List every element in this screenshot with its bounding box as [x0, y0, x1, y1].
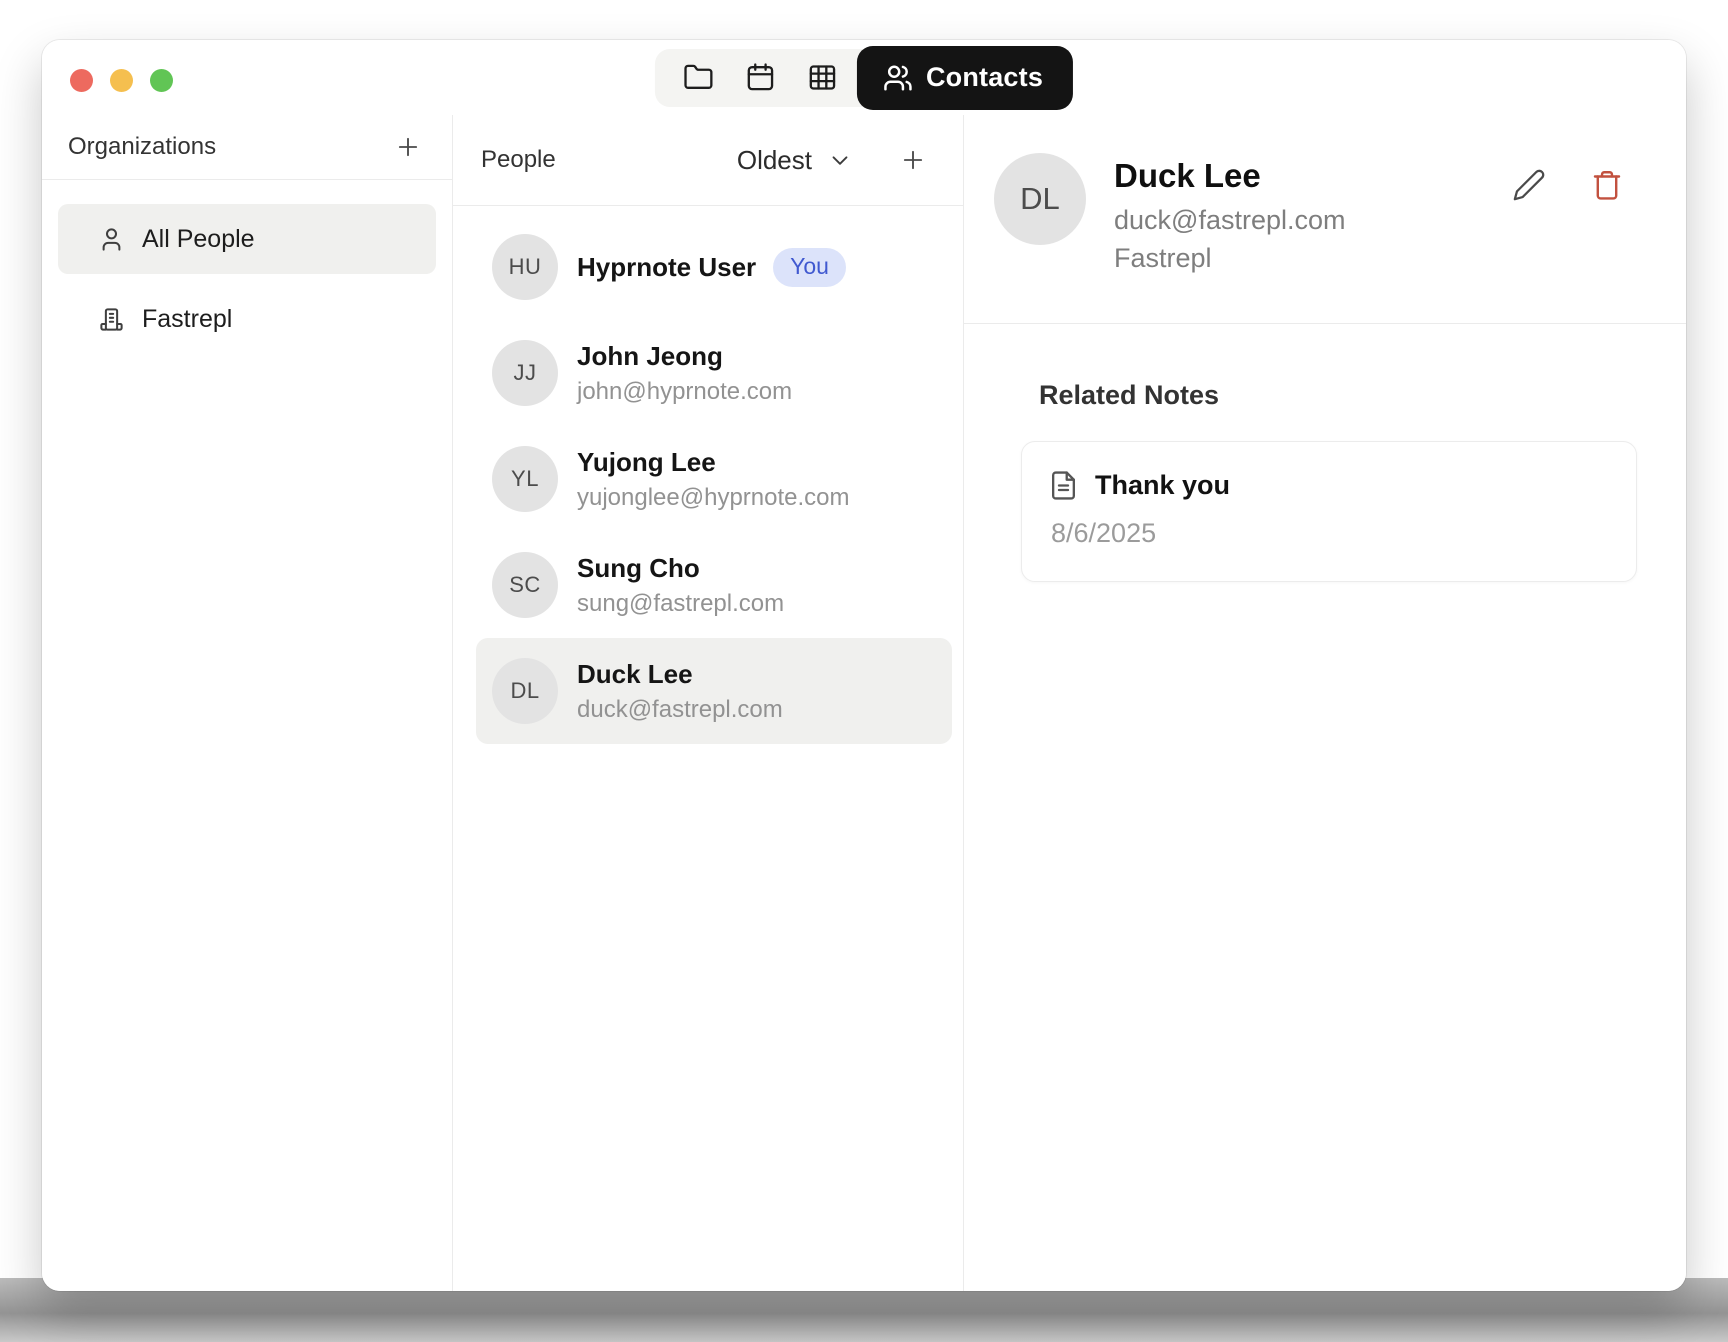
person-text: Sung Cho sung@fastrepl.com [577, 553, 784, 618]
contact-email: duck@fastrepl.com [1114, 205, 1346, 236]
people-header: People Oldest [453, 115, 963, 206]
contact-detail-body: Related Notes Thank you 8/6/2025 [964, 324, 1686, 582]
titlebar: Contacts [42, 40, 1686, 116]
note-title-row: Thank you [1048, 470, 1608, 501]
sort-dropdown-value: Oldest [737, 145, 812, 176]
organizations-header: Organizations [42, 115, 452, 180]
plus-icon [394, 133, 422, 161]
zoom-window-button[interactable] [150, 69, 173, 92]
avatar: SC [492, 552, 558, 618]
sidebar-item-label: Fastrepl [142, 305, 232, 334]
contact-actions [1512, 168, 1624, 202]
contact-avatar: DL [994, 153, 1086, 245]
person-name: Sung Cho [577, 553, 784, 584]
contact-detail-panel: DL Duck Lee duck@fastrepl.com Fastrepl [964, 115, 1686, 1291]
calendar-icon [744, 62, 775, 93]
person-name: Yujong Lee [577, 447, 850, 478]
you-badge: You [773, 248, 846, 287]
organizations-list: All People Fastrepl [42, 180, 452, 354]
note-date: 8/6/2025 [1051, 518, 1608, 549]
add-organization-button[interactable] [394, 133, 422, 161]
delete-contact-button[interactable] [1590, 168, 1624, 202]
folder-icon [682, 62, 713, 93]
view-switcher: Contacts [655, 40, 1073, 115]
trash-icon [1590, 168, 1624, 202]
calendar-tab[interactable] [729, 49, 791, 107]
sidebar-item-label: All People [142, 225, 255, 254]
traffic-lights [70, 69, 173, 92]
person-row-yujong-lee[interactable]: YL Yujong Lee yujonglee@hyprnote.com [476, 426, 952, 532]
person-email: duck@fastrepl.com [577, 696, 783, 724]
table-tab[interactable] [791, 49, 853, 107]
avatar: YL [492, 446, 558, 512]
app-window: Contacts Organizations All People [42, 40, 1686, 1291]
avatar: JJ [492, 340, 558, 406]
table-icon [806, 62, 837, 93]
building-icon [98, 306, 125, 333]
user-icon [98, 226, 125, 253]
person-row-sung-cho[interactable]: SC Sung Cho sung@fastrepl.com [476, 532, 952, 638]
related-note-card[interactable]: Thank you 8/6/2025 [1021, 441, 1637, 582]
contact-detail-header: DL Duck Lee duck@fastrepl.com Fastrepl [964, 115, 1686, 324]
contact-organization: Fastrepl [1114, 243, 1346, 274]
person-nameline: Hyprnote User You [577, 248, 846, 287]
sidebar-item-fastrepl[interactable]: Fastrepl [58, 284, 436, 354]
person-name: Duck Lee [577, 659, 783, 690]
contacts-tab-label: Contacts [926, 62, 1043, 93]
sidebar-item-all-people[interactable]: All People [58, 204, 436, 274]
person-email: sung@fastrepl.com [577, 590, 784, 618]
organizations-sidebar: Organizations All People Fastrepl [42, 115, 453, 1291]
sort-dropdown[interactable]: Oldest [737, 145, 853, 176]
person-row-john-jeong[interactable]: JJ John Jeong john@hyprnote.com [476, 320, 952, 426]
plus-icon [899, 146, 927, 174]
file-text-icon [1048, 470, 1079, 501]
related-notes-title: Related Notes [1039, 380, 1636, 411]
minimize-window-button[interactable] [110, 69, 133, 92]
edit-contact-button[interactable] [1512, 168, 1546, 202]
person-email: yujonglee@hyprnote.com [577, 484, 850, 512]
notes-tab[interactable] [667, 49, 729, 107]
person-name: Hyprnote User [577, 252, 756, 283]
close-window-button[interactable] [70, 69, 93, 92]
add-person-button[interactable] [899, 146, 927, 174]
pencil-icon [1512, 168, 1546, 202]
users-icon [883, 63, 913, 93]
organizations-title: Organizations [68, 133, 216, 161]
people-title: People [481, 146, 556, 174]
contact-name: Duck Lee [1114, 157, 1346, 195]
avatar: DL [492, 658, 558, 724]
person-email: john@hyprnote.com [577, 378, 792, 406]
person-text: Yujong Lee yujonglee@hyprnote.com [577, 447, 850, 512]
note-title: Thank you [1095, 470, 1230, 501]
contact-info: Duck Lee duck@fastrepl.com Fastrepl [1114, 157, 1346, 274]
view-switcher-group: Contacts [655, 49, 1073, 107]
chevron-down-icon [827, 147, 853, 173]
person-text: Hyprnote User You [577, 248, 846, 287]
person-text: John Jeong john@hyprnote.com [577, 341, 792, 406]
person-name: John Jeong [577, 341, 792, 372]
people-panel: People Oldest HU Hyprnote User You [453, 115, 964, 1291]
avatar: HU [492, 234, 558, 300]
person-row-duck-lee[interactable]: DL Duck Lee duck@fastrepl.com [476, 638, 952, 744]
person-text: Duck Lee duck@fastrepl.com [577, 659, 783, 724]
person-row-hyprnote-user[interactable]: HU Hyprnote User You [476, 214, 952, 320]
people-list: HU Hyprnote User You JJ John Jeong john@… [453, 206, 963, 752]
contacts-tab[interactable]: Contacts [857, 46, 1073, 110]
